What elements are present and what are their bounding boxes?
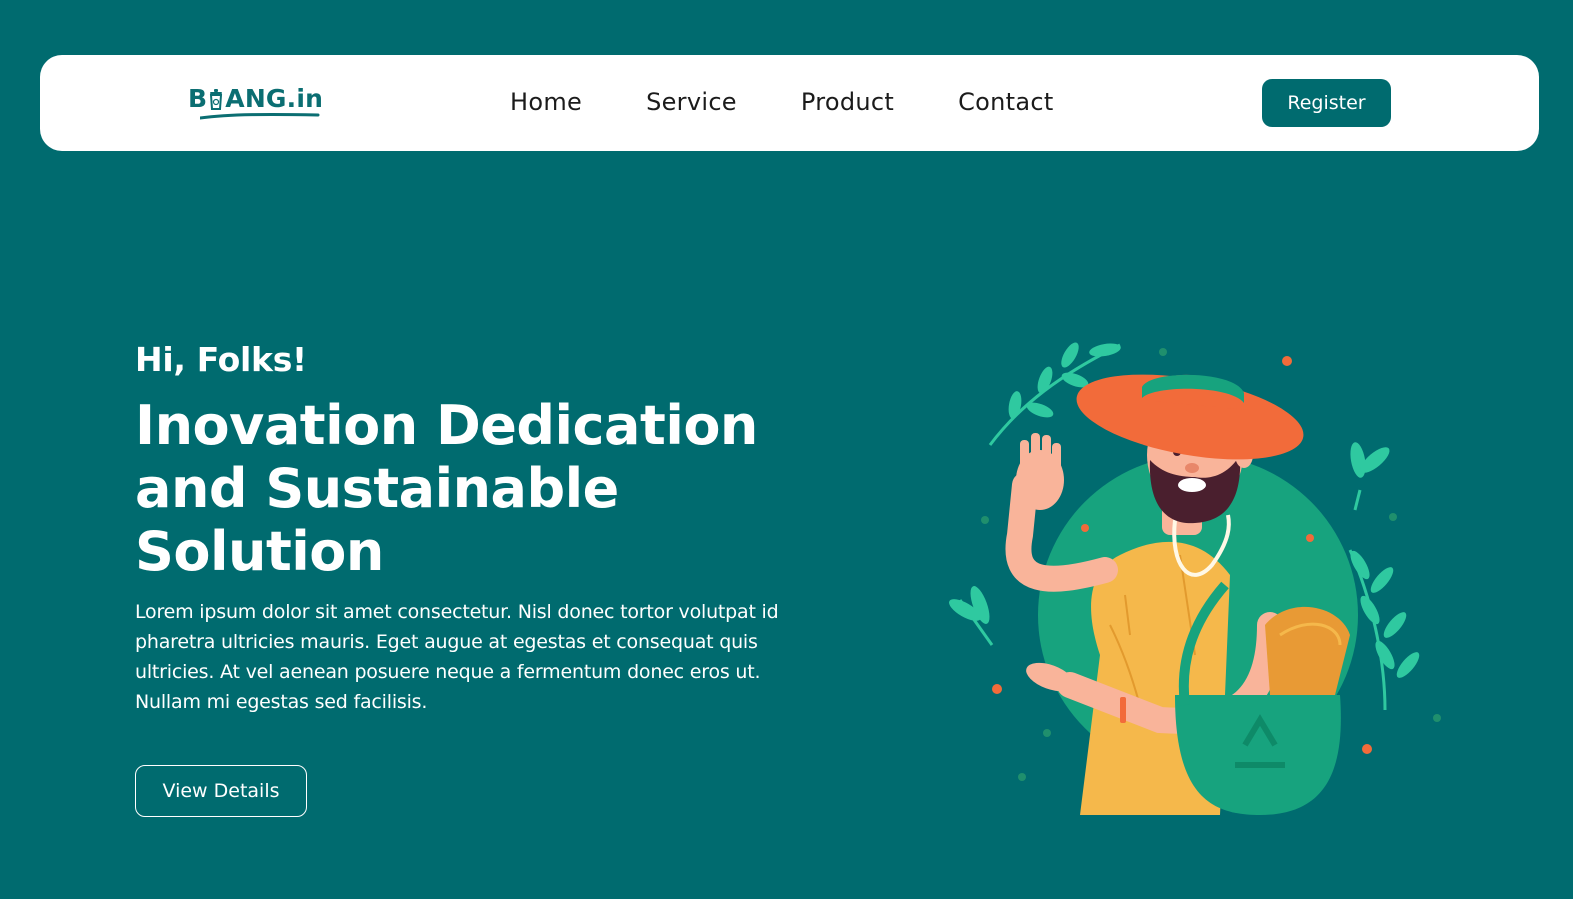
logo[interactable]: B ANG.in xyxy=(188,81,323,123)
hero-headline-line-2: and Sustainable xyxy=(135,457,619,520)
hero-description: Lorem ipsum dolor sit amet consectetur. … xyxy=(135,601,779,713)
nav-link-contact[interactable]: Contact xyxy=(958,83,1053,121)
nav-link-product[interactable]: Product xyxy=(801,83,894,121)
hero-headline: Inovation Dedication and Sustainable Sol… xyxy=(135,394,835,583)
nav-link-home[interactable]: Home xyxy=(510,83,582,121)
register-button[interactable]: Register xyxy=(1262,79,1391,127)
navbar: B ANG.in Home Service Product Contact Re… xyxy=(40,55,1539,151)
view-details-button[interactable]: View Details xyxy=(135,765,307,817)
hero-headline-line-1: Inovation Dedication xyxy=(135,394,758,457)
hero-text: Hi, Folks! Inovation Dedication and Sust… xyxy=(135,336,855,717)
nav-links: Home Service Product Contact xyxy=(510,83,1118,121)
hero-headline-line-3: Solution xyxy=(135,520,384,583)
logo-swoosh-icon xyxy=(200,112,320,120)
hero-greeting: Hi, Folks! xyxy=(135,340,307,379)
nav-link-service[interactable]: Service xyxy=(646,83,737,121)
page: B ANG.in Home Service Product Contact Re… xyxy=(0,0,1573,899)
recycle-bin-icon xyxy=(210,89,223,110)
farmer-with-recycle-bag-illustration xyxy=(949,342,1441,815)
